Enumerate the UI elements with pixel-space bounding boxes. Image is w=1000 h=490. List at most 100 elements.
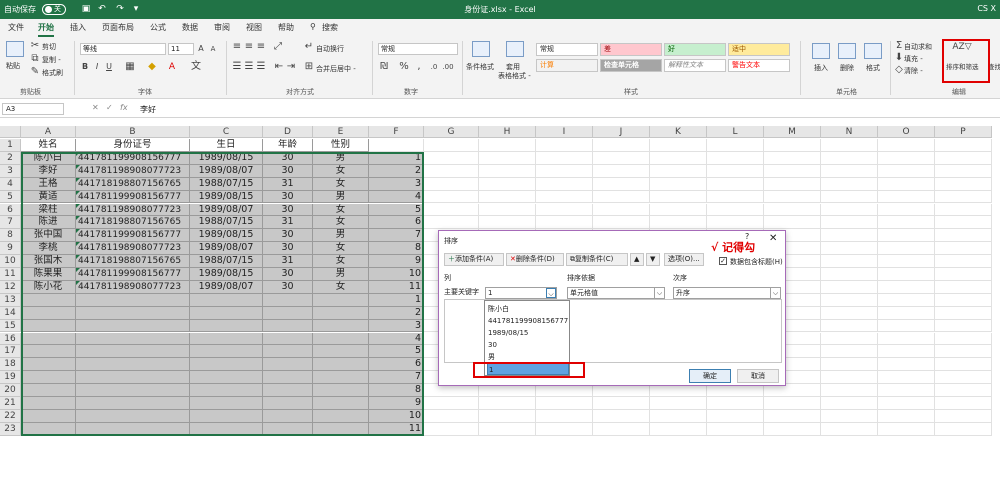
style-neutral[interactable]: 适中 <box>728 43 790 56</box>
column-header[interactable]: L <box>707 126 764 138</box>
insert-cells-label[interactable]: 插入 <box>814 63 828 73</box>
grid-cell[interactable] <box>764 151 821 165</box>
conditional-format-label[interactable]: 条件格式 <box>466 62 494 72</box>
grid-cell[interactable] <box>424 409 479 423</box>
row-header[interactable]: 8 <box>0 229 21 243</box>
grid-cell[interactable] <box>821 280 878 294</box>
grid-cell[interactable] <box>821 397 878 410</box>
grid-cell[interactable] <box>821 422 878 436</box>
dropdown-option[interactable]: 441781199908156777 <box>487 315 569 327</box>
grid-cell[interactable] <box>424 422 479 436</box>
grid-cell[interactable] <box>935 409 992 423</box>
align-center-icon[interactable]: ☰ <box>244 61 254 73</box>
border-icon[interactable]: ▦ <box>124 61 136 73</box>
delete-cells-icon[interactable] <box>838 43 856 59</box>
conditional-format-icon[interactable] <box>472 41 490 57</box>
grid-cell[interactable] <box>593 151 650 165</box>
grid-cell[interactable] <box>536 190 593 204</box>
grid-cell[interactable] <box>935 280 992 294</box>
decrease-indent-icon[interactable]: ⇤ <box>274 61 284 73</box>
grid-cell[interactable] <box>536 151 593 165</box>
decrease-decimal-icon[interactable]: .00 <box>442 61 454 73</box>
font-size-select[interactable]: 11 <box>168 43 194 55</box>
column-header[interactable]: K <box>650 126 707 138</box>
move-up-icon[interactable]: ▲ <box>630 253 644 266</box>
column-header[interactable]: J <box>593 126 650 138</box>
row-header[interactable]: 22 <box>0 409 21 423</box>
user-name[interactable]: CS X <box>977 4 996 13</box>
row-header[interactable]: 21 <box>0 397 21 410</box>
grid-cell[interactable] <box>593 164 650 178</box>
grid-cell[interactable] <box>878 332 935 346</box>
grid-cell[interactable] <box>878 345 935 359</box>
dropdown-option[interactable]: 30 <box>487 339 569 351</box>
grid-cell[interactable] <box>821 255 878 268</box>
align-right-icon[interactable]: ☰ <box>256 61 266 73</box>
grid-cell[interactable] <box>536 177 593 191</box>
grid-cell[interactable] <box>479 422 536 436</box>
grid-cell[interactable] <box>821 306 878 320</box>
tab-file[interactable]: 文件 <box>8 22 24 33</box>
grid-cell[interactable] <box>821 358 878 372</box>
grid-cell[interactable] <box>593 397 650 410</box>
grid-cell[interactable] <box>935 345 992 359</box>
grid-cell[interactable] <box>650 409 707 423</box>
grid-cell[interactable] <box>821 332 878 346</box>
grid-cell[interactable] <box>821 151 878 165</box>
grid-cell[interactable] <box>650 216 707 230</box>
delete-condition-button[interactable]: ✕删除条件(D) <box>506 253 564 266</box>
comma-icon[interactable]: , <box>414 61 424 73</box>
grid-cell[interactable] <box>821 190 878 204</box>
grid-cell[interactable] <box>593 216 650 230</box>
close-icon[interactable]: ✕ <box>769 233 777 244</box>
grid-cell[interactable] <box>878 358 935 372</box>
row-header[interactable]: 12 <box>0 280 21 294</box>
grid-cell[interactable] <box>424 139 479 152</box>
grid-cell[interactable] <box>650 384 707 397</box>
grid-cell[interactable] <box>878 229 935 243</box>
cut-icon[interactable]: ✂ <box>30 40 40 52</box>
tab-help[interactable]: 帮助 <box>278 22 294 33</box>
grid-cell[interactable] <box>935 229 992 243</box>
grid-cell[interactable] <box>707 409 764 423</box>
grid-cell[interactable] <box>821 371 878 385</box>
fill-label[interactable]: 填充 - <box>904 54 923 64</box>
column-header[interactable]: B <box>76 126 190 138</box>
order-select[interactable]: 升序 ⌵ <box>673 287 781 299</box>
fill-color-icon[interactable]: ◆ <box>146 61 158 73</box>
add-condition-button[interactable]: ＋添加条件(A) <box>444 253 504 266</box>
insert-cells-icon[interactable] <box>812 43 830 59</box>
style-warn[interactable]: 警告文本 <box>728 59 790 72</box>
copy-icon[interactable]: ⧉ <box>30 53 40 65</box>
grid-cell[interactable] <box>479 177 536 191</box>
row-header[interactable]: 6 <box>0 203 21 217</box>
grid-cell[interactable] <box>878 164 935 178</box>
grid-cell[interactable]: 姓名 <box>21 139 76 152</box>
grid-cell[interactable] <box>650 151 707 165</box>
format-cells-icon[interactable] <box>864 43 882 59</box>
align-bottom-icon[interactable]: ≡ <box>256 41 266 53</box>
grid-cell[interactable] <box>878 371 935 385</box>
grid-cell[interactable] <box>424 190 479 204</box>
grid-cell[interactable] <box>536 384 593 397</box>
grid-cell[interactable] <box>878 203 935 217</box>
grid-cell[interactable] <box>536 422 593 436</box>
font-color-icon[interactable]: A <box>166 61 178 73</box>
grid-cell[interactable] <box>593 409 650 423</box>
column-header[interactable]: M <box>764 126 821 138</box>
confirm-icon[interactable]: ✓ <box>106 103 113 112</box>
grid-cell[interactable] <box>821 216 878 230</box>
column-header[interactable]: E <box>313 126 369 138</box>
align-middle-icon[interactable]: ≡ <box>244 41 254 53</box>
grid-cell[interactable] <box>536 397 593 410</box>
grid-cell[interactable] <box>479 190 536 204</box>
grid-cell[interactable] <box>764 203 821 217</box>
grid-cell[interactable] <box>593 203 650 217</box>
grid-cell[interactable] <box>424 151 479 165</box>
grid-cell[interactable] <box>878 177 935 191</box>
grid-cell[interactable] <box>424 216 479 230</box>
merge-icon[interactable]: ⊞ <box>304 61 314 73</box>
column-header[interactable]: P <box>935 126 992 138</box>
grid-cell[interactable] <box>764 409 821 423</box>
grid-cell[interactable] <box>821 177 878 191</box>
